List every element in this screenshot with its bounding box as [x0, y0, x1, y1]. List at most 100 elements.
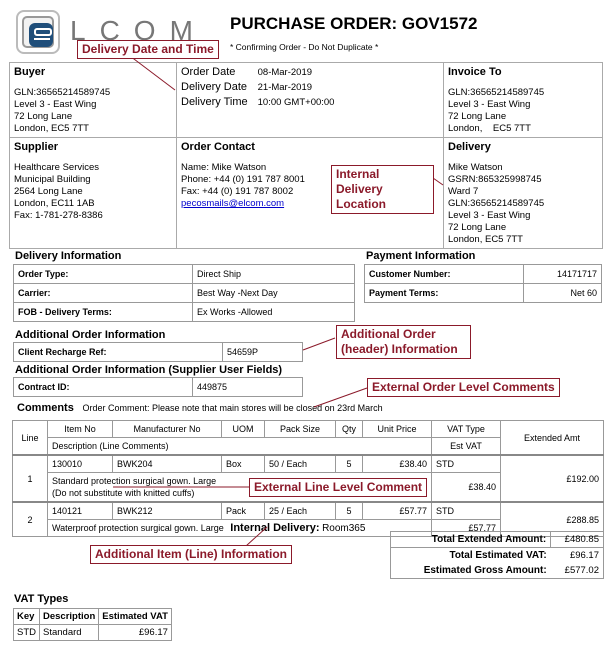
delivery-time-label: Delivery Time — [181, 96, 248, 108]
extended-amt: £192.00 — [500, 454, 604, 503]
delivery-line: Mike Watson — [448, 162, 503, 173]
total-extended-value: £480.85 — [564, 534, 599, 545]
callout-additional-item-info: Additional Item (Line) Information — [90, 545, 292, 564]
additional-order-heading: Additional Order Information — [15, 329, 166, 341]
party-grid: Buyer GLN:36565214589745 Level 3 - East … — [9, 62, 603, 249]
internal-delivery-label: Internal Delivery: — [230, 522, 320, 534]
supplier-fields-table: Contract ID: 449875 — [13, 377, 303, 397]
order-dates-cell: Order Date 08-Mar-2019 Delivery Date 21-Ma… — [176, 62, 444, 138]
buyer-heading: Buyer — [14, 66, 46, 78]
invoice-line: London, EC5 7TT — [448, 123, 531, 134]
col-unit-price: Unit Price — [362, 420, 432, 438]
order-type-label: Order Type: — [13, 264, 193, 284]
callout-delivery-date-time: Delivery Date and Time — [77, 40, 219, 59]
delivery-time-value: 10:00 GMT+00:00 — [257, 97, 335, 108]
table-row: 2 140121 BWK212 Pack 25 / Each 5 £57.77 … — [12, 501, 604, 537]
comments-row: Comments Order Comment: Please note that… — [17, 402, 383, 414]
vat-col-estimated: Estimated VAT — [98, 608, 172, 625]
col-manufacturer-no: Manufacturer No — [112, 420, 222, 438]
unit-price: £38.40 — [362, 454, 432, 473]
col-uom: UOM — [221, 420, 265, 438]
supplier-heading: Supplier — [14, 141, 59, 153]
item-no: 130010 — [47, 454, 113, 473]
order-date-label: Order Date — [181, 66, 236, 78]
total-vat-value: £96.17 — [569, 550, 599, 561]
client-recharge-label: Client Recharge Ref: — [13, 342, 223, 362]
payment-terms-label: Payment Terms: — [364, 283, 524, 303]
delivery-line: London, EC5 7TT — [448, 234, 523, 245]
vat-key: STD — [13, 624, 40, 641]
gross-amount-label: Estimated Gross Amount: — [423, 565, 547, 576]
buyer-cell: Buyer GLN:36565214589745 Level 3 - East … — [9, 62, 177, 138]
col-vat-type: VAT Type — [431, 420, 501, 438]
delivery-line: GSRN:865325998745 — [448, 174, 542, 185]
line-number: 1 — [12, 454, 48, 503]
contract-id-label: Contract ID: — [13, 377, 193, 397]
buyer-line: 72 Long Lane — [14, 111, 73, 122]
line-description: Waterproof protection surgical gown. Lar… — [47, 519, 432, 537]
buyer-line: GLN:36565214589745 — [14, 87, 111, 98]
manufacturer-no: BWK212 — [112, 501, 222, 520]
col-description: Description (Line Comments) — [47, 437, 432, 456]
carrier-value: Best Way -Next Day — [192, 283, 355, 303]
vat-type: STD — [431, 501, 501, 520]
delivery-heading: Delivery — [448, 141, 491, 153]
col-pack-size: Pack Size — [264, 420, 336, 438]
col-line: Line — [12, 420, 48, 456]
buyer-line: London, EC5 7TT — [14, 123, 89, 134]
vat-types-table: Key Description Estimated VAT STD Standa… — [13, 608, 172, 641]
totals-table: Total Extended Amount: £480.85 Total Est… — [390, 531, 604, 579]
item-no: 140121 — [47, 501, 113, 520]
col-est-vat: Est VAT — [431, 437, 501, 456]
payment-terms-value: Net 60 — [523, 283, 602, 303]
table-row: 1 130010 BWK204 Box 50 / Each 5 £38.40 S… — [12, 454, 604, 503]
payment-info-heading: Payment Information — [366, 250, 476, 262]
supplier-line: Municipal Building — [14, 174, 91, 185]
uom: Box — [221, 454, 265, 473]
contact-email-link[interactable]: pecosmails@elcom.com — [181, 198, 284, 209]
invoice-to-heading: Invoice To — [448, 66, 502, 78]
order-comment: Order Comment: Please note that main sto… — [82, 403, 383, 413]
delivery-line: GLN:36565214589745 — [448, 198, 545, 209]
description-text: Waterproof protection surgical gown. Lar… — [52, 523, 224, 533]
fob-label: FOB - Delivery Terms: — [13, 302, 193, 322]
pack-size: 50 / Each — [264, 454, 336, 473]
delivery-line: Level 3 - East Wing — [448, 210, 531, 221]
vat-description: Standard — [38, 624, 100, 641]
gross-amount-value: £577.02 — [564, 565, 599, 576]
additional-order-table: Client Recharge Ref: 54659P — [13, 342, 303, 362]
supplier-fields-heading: Additional Order Information (Supplier U… — [15, 364, 283, 376]
table-row: STD Standard £96.17 — [13, 624, 172, 641]
fob-value: Ex Works -Allowed — [192, 302, 355, 322]
supplier-line: London, EC11 1AB — [14, 198, 95, 209]
supplier-line: Healthcare Services — [14, 162, 100, 173]
customer-number-label: Customer Number: — [364, 264, 524, 284]
vat-types-heading: VAT Types — [14, 593, 69, 605]
qty: 5 — [335, 501, 363, 520]
supplier-line: 2564 Long Lane — [14, 186, 83, 197]
unit-price: £57.77 — [362, 501, 432, 520]
est-vat: £38.40 — [431, 472, 501, 503]
order-date-value: 08-Mar-2019 — [257, 67, 313, 78]
delivery-line: Ward 7 — [448, 186, 479, 197]
invoice-line: Level 3 - East Wing — [448, 99, 531, 110]
buyer-line: Level 3 - East Wing — [14, 99, 97, 110]
manufacturer-no: BWK204 — [112, 454, 222, 473]
callout-external-order-comments: External Order Level Comments — [367, 378, 560, 397]
carrier-label: Carrier: — [13, 283, 193, 303]
logo-mark-icon — [16, 10, 60, 54]
supplier-cell: Supplier Healthcare Services Municipal B… — [9, 137, 177, 249]
total-extended-label: Total Extended Amount: — [390, 531, 552, 548]
delivery-date-value: 21-Mar-2019 — [257, 82, 313, 93]
delivery-date-label: Delivery Date — [181, 81, 248, 93]
delivery-info-heading: Delivery Information — [15, 250, 122, 262]
order-contact-heading: Order Contact — [181, 141, 255, 153]
delivery-cell: Delivery Mike Watson GSRN:865325998745 W… — [443, 137, 603, 249]
callout-internal-delivery-location: Internal Delivery Location — [331, 165, 434, 214]
line-number: 2 — [12, 501, 48, 537]
total-vat-label: Total Estimated VAT: — [449, 550, 547, 561]
order-type-value: Direct Ship — [192, 264, 355, 284]
col-qty: Qty — [335, 420, 363, 438]
uom: Pack — [221, 501, 265, 520]
callout-additional-order-header: Additional Order (header) Information — [336, 325, 471, 359]
